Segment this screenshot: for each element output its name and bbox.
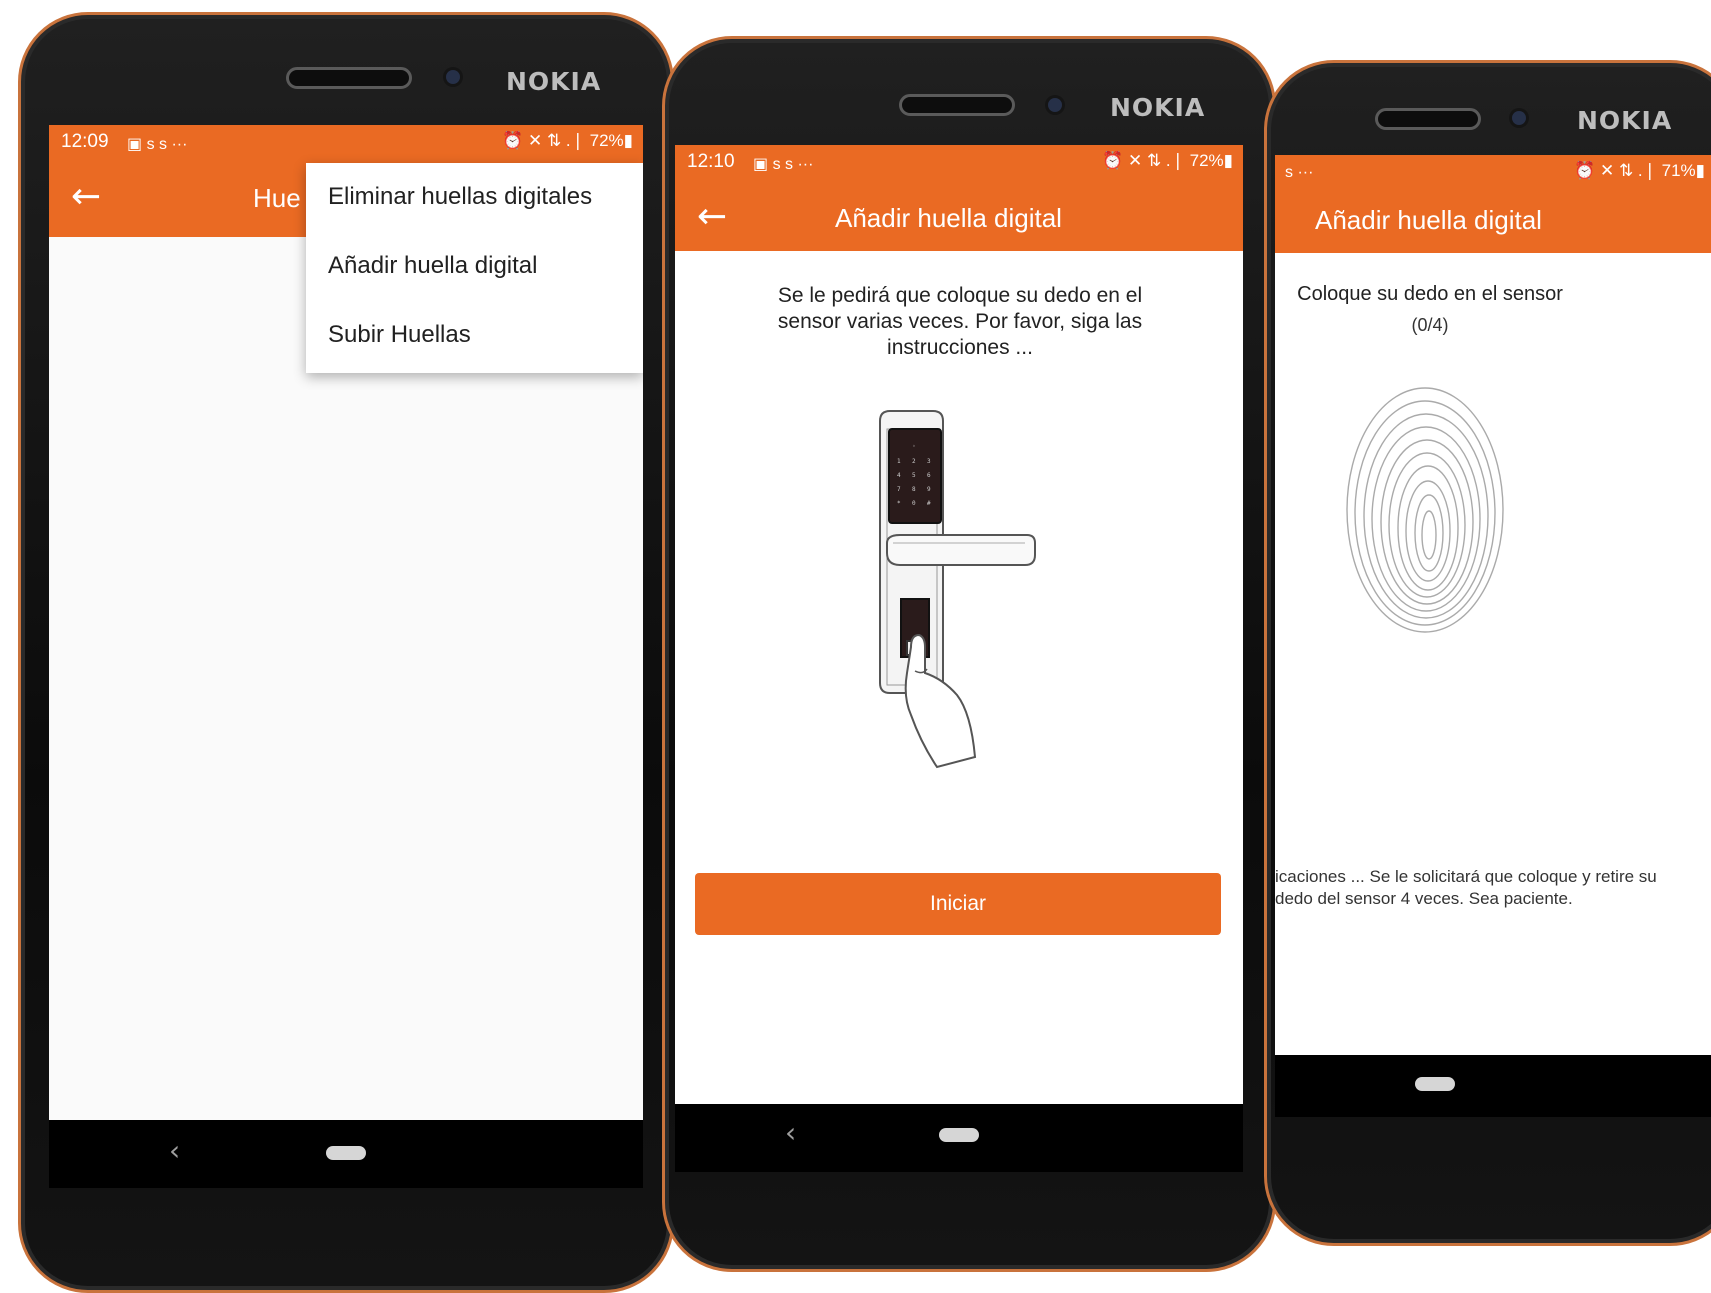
app-bar: Añadir huella digital (1275, 191, 1711, 253)
nav-home-button[interactable] (1415, 1077, 1455, 1091)
back-arrow-icon[interactable]: ← (71, 179, 101, 215)
app-bar: ← Añadir huella digital (675, 181, 1243, 251)
overflow-menu: Eliminar huellas digitales Añadir huella… (306, 163, 643, 373)
svg-text:*: * (897, 500, 901, 507)
svg-text:2: 2 (912, 458, 916, 465)
brand-logo: NOKIA (1110, 93, 1206, 122)
phone-2: NOKIA 12:10 ▣ s s ··· ⏰ ✕ ⇅ .❘ 72%▮ ← Añ… (662, 36, 1276, 1272)
svg-text:◦: ◦ (912, 443, 916, 450)
screen: 12:10 ▣ s s ··· ⏰ ✕ ⇅ .❘ 72%▮ ← Añadir h… (675, 145, 1243, 1105)
brand-logo: NOKIA (506, 67, 602, 96)
status-time: 12:09 (61, 131, 109, 152)
navigation-bar: ‹ (675, 1104, 1243, 1172)
status-notification-icons: s ··· (1285, 164, 1314, 181)
svg-text:1: 1 (897, 458, 901, 465)
earpiece-speaker (286, 67, 412, 89)
front-camera (1512, 111, 1526, 125)
svg-text:8: 8 (912, 486, 916, 493)
navigation-bar: ‹ (49, 1120, 643, 1188)
instructions-text: Se le pedirá que coloque su dedo en el s… (777, 284, 1143, 359)
menu-item-upload-fingerprints[interactable]: Subir Huellas (328, 321, 471, 349)
instructions-hint-line-1: icaciones ... Se le solicitará que coloq… (1275, 867, 1657, 886)
start-button[interactable]: Iniciar (695, 873, 1221, 935)
status-time: 12:10 (687, 151, 735, 172)
status-system-icons: ⏰ ✕ ⇅ .❘ 72%▮ (502, 131, 633, 150)
svg-text:9: 9 (927, 486, 931, 493)
menu-item-delete-fingerprints[interactable]: Eliminar huellas digitales (328, 183, 592, 211)
earpiece-speaker (1375, 108, 1481, 130)
svg-text:4: 4 (897, 472, 901, 479)
status-system-icons: ⏰ ✕ ⇅ .❘ 72%▮ (1102, 151, 1233, 170)
status-bar: 12:10 ▣ s s ··· ⏰ ✕ ⇅ .❘ 72%▮ (675, 145, 1243, 181)
svg-text:#: # (927, 500, 931, 507)
screen: s ··· ⏰ ✕ ⇅ .❘ 71%▮ Añadir huella digita… (1275, 155, 1711, 1055)
nav-home-button[interactable] (939, 1128, 979, 1142)
status-bar: s ··· ⏰ ✕ ⇅ .❘ 71%▮ (1275, 155, 1711, 191)
nav-home-button[interactable] (326, 1146, 366, 1160)
instructions-hint-line-2: dedo del sensor 4 veces. Sea paciente. (1275, 889, 1573, 908)
svg-text:6: 6 (927, 472, 931, 479)
svg-text:3: 3 (927, 458, 931, 465)
svg-text:7: 7 (897, 486, 901, 493)
brand-logo: NOKIA (1577, 106, 1673, 135)
navigation-bar (1275, 1055, 1711, 1117)
phone-3: NOKIA s ··· ⏰ ✕ ⇅ .❘ 71%▮ Añadir huella … (1264, 60, 1711, 1246)
status-bar: 12:09 ▣ s s ··· ⏰ ✕ ⇅ .❘ 72%▮ (49, 125, 643, 161)
page-title: Añadir huella digital (835, 203, 1062, 233)
status-system-icons: ⏰ ✕ ⇅ .❘ 71%▮ (1574, 161, 1705, 180)
status-notification-icons: ▣ s s ··· (753, 156, 814, 173)
nav-back-icon[interactable]: ‹ (169, 1134, 180, 1167)
page-title: Añadir huella digital (1315, 205, 1542, 235)
back-arrow-icon[interactable]: ← (697, 199, 727, 235)
place-finger-prompt: Coloque su dedo en el sensor (1297, 283, 1563, 305)
svg-text:0: 0 (912, 500, 916, 507)
page-title: Hue (253, 183, 301, 213)
fingerprint-icon (1346, 387, 1504, 633)
screen: 12:09 ▣ s s ··· ⏰ ✕ ⇅ .❘ 72%▮ ← Hue Elim… (49, 125, 643, 1133)
phone-1: NOKIA 12:09 ▣ s s ··· ⏰ ✕ ⇅ .❘ 72%▮ ← Hu… (18, 12, 674, 1293)
progress-counter: (0/4) (1411, 315, 1449, 335)
front-camera (1048, 98, 1062, 112)
door-lock-illustration: ◦ 1 2 3 4 5 6 7 8 9 * 0 # (879, 410, 1036, 769)
nav-back-icon[interactable]: ‹ (785, 1116, 796, 1149)
earpiece-speaker (899, 94, 1015, 116)
status-notification-icons: ▣ s s ··· (127, 136, 188, 153)
svg-text:5: 5 (912, 472, 916, 479)
menu-item-add-fingerprint[interactable]: Añadir huella digital (328, 252, 537, 280)
front-camera (446, 70, 460, 84)
